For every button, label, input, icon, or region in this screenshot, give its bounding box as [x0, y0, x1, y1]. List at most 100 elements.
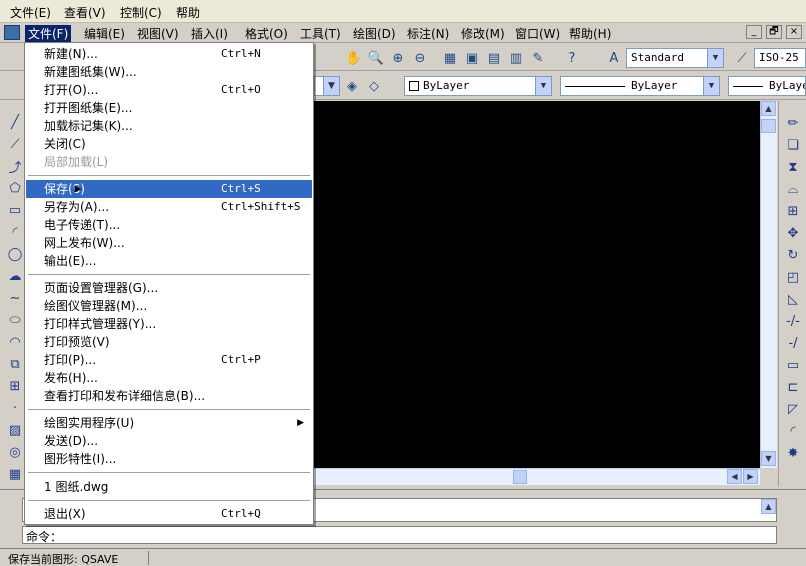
- revision-cloud-icon[interactable]: ☁: [6, 267, 24, 285]
- menu-file[interactable]: 文件(F): [25, 25, 72, 42]
- construction-line-icon[interactable]: ⟋: [6, 135, 24, 153]
- menu-format[interactable]: 格式(O): [245, 25, 288, 42]
- menu-item-plot-publish-details[interactable]: 查看打印和发布详细信息(B)...: [26, 387, 312, 405]
- horizontal-scroll-thumb[interactable]: [513, 470, 527, 484]
- host-menu-control[interactable]: 控制(C): [120, 4, 162, 21]
- zoom-window-icon[interactable]: ⊕: [388, 48, 408, 68]
- menu-item-send[interactable]: 发送(D)...: [26, 432, 312, 450]
- menu-modify[interactable]: 修改(M): [461, 25, 505, 42]
- chamfer-icon[interactable]: ◸: [783, 399, 803, 419]
- insert-block-icon[interactable]: ⧉: [6, 355, 24, 373]
- lineweight-select[interactable]: ByLayer: [728, 76, 806, 96]
- sheet-set-icon[interactable]: ▥: [506, 48, 526, 68]
- host-menu-file[interactable]: 文件(E): [10, 4, 51, 21]
- menu-edit[interactable]: 编辑(E): [84, 25, 125, 42]
- zoom-realtime-icon[interactable]: 🔍: [366, 48, 386, 68]
- drawing-canvas[interactable]: [311, 101, 760, 468]
- text-style-select[interactable]: Standard ▼: [626, 48, 724, 68]
- scroll-down-icon[interactable]: ▼: [761, 451, 776, 466]
- vertical-scroll-thumb[interactable]: [761, 119, 776, 133]
- document-icon[interactable]: [4, 25, 20, 40]
- spline-icon[interactable]: ∼: [6, 289, 24, 307]
- menu-item-open-sheet-set[interactable]: 打开图纸集(E)...: [26, 99, 312, 117]
- menu-item-exit[interactable]: 退出(X) Ctrl+Q: [26, 505, 312, 523]
- menu-help[interactable]: 帮助(H): [569, 25, 611, 42]
- minimize-button[interactable]: _: [746, 25, 762, 39]
- break-icon[interactable]: ▭: [783, 355, 803, 375]
- erase-icon[interactable]: ✏: [783, 113, 803, 133]
- polyline-icon[interactable]: ⤴: [6, 157, 24, 176]
- layer-previous-icon[interactable]: ◇: [364, 76, 384, 96]
- menu-item-recent-file-1[interactable]: 1 图纸.dwg: [26, 478, 312, 496]
- line-icon[interactable]: ╱: [6, 113, 24, 131]
- menu-item-drawing-properties[interactable]: 图形特性(I)...: [26, 450, 312, 468]
- zoom-previous-icon[interactable]: ⊖: [410, 48, 430, 68]
- host-menu-help[interactable]: 帮助: [176, 4, 200, 21]
- menu-item-publish-to-web[interactable]: 网上发布(W)...: [26, 234, 312, 252]
- menu-item-save-as[interactable]: 另存为(A)... Ctrl+Shift+S: [26, 198, 312, 216]
- restore-button[interactable]: 🗗: [766, 25, 782, 39]
- menu-item-new-sheet-set[interactable]: 新建图纸集(W)...: [26, 63, 312, 81]
- menu-item-load-markup-set[interactable]: 加载标记集(K)...: [26, 117, 312, 135]
- table-icon[interactable]: ▦: [6, 465, 24, 483]
- point-icon[interactable]: ·: [6, 399, 24, 417]
- menu-item-page-setup-manager[interactable]: 页面设置管理器(G)...: [26, 279, 312, 297]
- make-block-icon[interactable]: ⊞: [6, 377, 24, 395]
- linetype-select[interactable]: ByLayer ▼: [560, 76, 720, 96]
- make-layer-current-icon[interactable]: ◈: [342, 76, 362, 96]
- menu-dimension[interactable]: 标注(N): [407, 25, 449, 42]
- ellipse-arc-icon[interactable]: ◠: [6, 333, 24, 351]
- tool-palettes-icon[interactable]: ▤: [484, 48, 504, 68]
- host-menu-view[interactable]: 查看(V): [64, 4, 106, 21]
- scroll-right-icon[interactable]: ▶: [743, 469, 758, 484]
- horizontal-scrollbar[interactable]: ◀ ▶: [311, 468, 760, 485]
- vertical-scrollbar[interactable]: ▲ ▼: [760, 101, 777, 468]
- arc-icon[interactable]: ◜: [6, 223, 24, 241]
- command-input[interactable]: 命令：: [22, 526, 777, 544]
- properties-icon[interactable]: ▦: [440, 48, 460, 68]
- menu-item-plot-preview[interactable]: 打印预览(V): [26, 333, 312, 351]
- menu-item-drawing-utilities[interactable]: 绘图实用程序(U) ▶: [26, 414, 312, 432]
- design-center-icon[interactable]: ▣: [462, 48, 482, 68]
- menu-item-export[interactable]: 输出(E)...: [26, 252, 312, 270]
- scale-icon[interactable]: ◰: [783, 267, 803, 287]
- fillet-icon[interactable]: ◜: [783, 421, 803, 441]
- menu-item-plot[interactable]: 打印(P)... Ctrl+P: [26, 351, 312, 369]
- markup-icon[interactable]: ✎: [528, 48, 548, 68]
- move-icon[interactable]: ✥: [783, 223, 803, 243]
- rectangle-icon[interactable]: ▭: [6, 201, 24, 219]
- region-icon[interactable]: ◎: [6, 443, 24, 461]
- menu-item-close[interactable]: 关闭(C): [26, 135, 312, 153]
- dim-style-select[interactable]: ISO-25: [754, 48, 806, 68]
- scroll-up-icon[interactable]: ▲: [761, 499, 776, 514]
- menu-view[interactable]: 视图(V): [137, 25, 179, 42]
- stretch-icon[interactable]: ◺: [783, 289, 803, 309]
- rotate-icon[interactable]: ↻: [783, 245, 803, 265]
- menu-item-etransmit[interactable]: 电子传递(T)...: [26, 216, 312, 234]
- copy-icon[interactable]: ❏: [783, 135, 803, 155]
- menu-item-open[interactable]: 打开(O)... Ctrl+O: [26, 81, 312, 99]
- layer-select[interactable]: ▼: [314, 76, 340, 96]
- offset-icon[interactable]: ⌓: [783, 179, 803, 199]
- help-icon[interactable]: ?: [562, 48, 582, 68]
- menu-window[interactable]: 窗口(W): [515, 25, 560, 42]
- polygon-icon[interactable]: ⬠: [6, 179, 24, 197]
- circle-icon[interactable]: ◯: [6, 245, 24, 263]
- ellipse-icon[interactable]: ⬭: [6, 311, 24, 329]
- mirror-icon[interactable]: ⧗: [783, 157, 803, 177]
- menu-tools[interactable]: 工具(T): [300, 25, 341, 42]
- text-style-icon[interactable]: A: [604, 48, 624, 68]
- color-select[interactable]: ByLayer ▼: [404, 76, 552, 96]
- extend-icon[interactable]: -/: [783, 333, 803, 353]
- menu-item-new[interactable]: 新建(N)... Ctrl+N: [26, 45, 312, 63]
- pan-icon[interactable]: ✋: [344, 48, 364, 68]
- scroll-left-icon[interactable]: ◀: [727, 469, 742, 484]
- array-icon[interactable]: ⊞: [783, 201, 803, 221]
- menu-item-plot-style-manager[interactable]: 打印样式管理器(Y)...: [26, 315, 312, 333]
- menu-item-save[interactable]: 保存(S) Ctrl+S ➤: [26, 180, 312, 198]
- hatch-icon[interactable]: ▨: [6, 421, 24, 439]
- scroll-up-icon[interactable]: ▲: [761, 101, 776, 116]
- dim-style-icon[interactable]: ⟋: [732, 48, 752, 68]
- menu-insert[interactable]: 插入(I): [191, 25, 228, 42]
- menu-item-plotter-manager[interactable]: 绘图仪管理器(M)...: [26, 297, 312, 315]
